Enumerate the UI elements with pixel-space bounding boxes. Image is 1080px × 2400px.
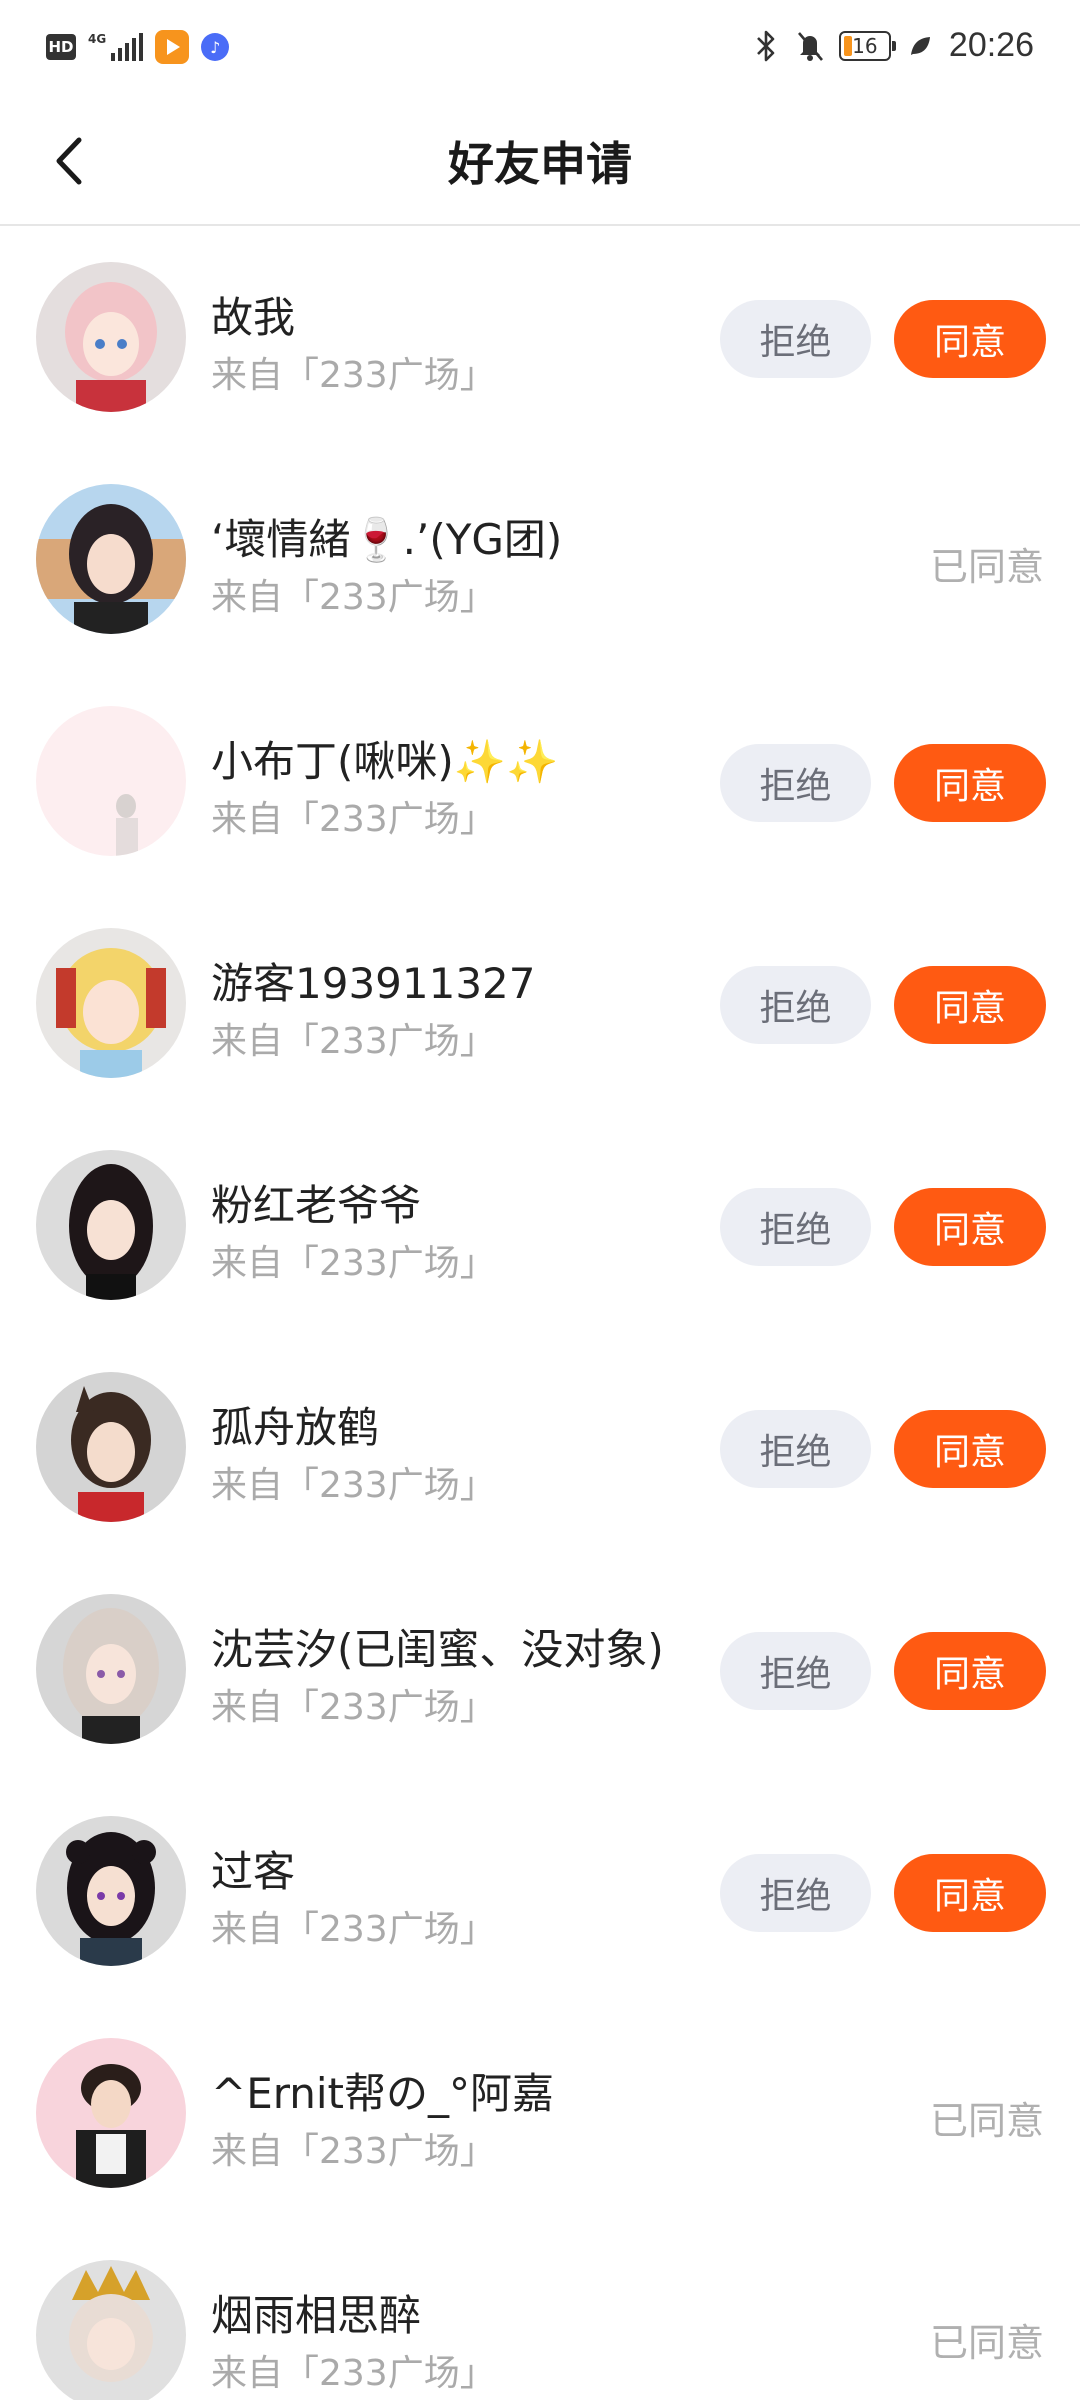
requester-name: 故我 <box>211 293 296 342</box>
list-item: 小布丁(啾咪)✨✨ 来自「233广场」 拒绝 同意 <box>0 672 1080 894</box>
list-item: 孤舟放鹤 来自「233广场」 拒绝 同意 <box>0 1338 1080 1560</box>
request-source: 来自「233广场」 <box>211 1465 496 1506</box>
accepted-status: 已同意 <box>929 545 1044 589</box>
request-source: 来自「233广场」 <box>211 2353 496 2394</box>
list-item: 沈芸汐(已闺蜜、没对象) 来自「233广场」 拒绝 同意 <box>0 1560 1080 1782</box>
request-source: 来自「233广场」 <box>211 577 496 618</box>
avatar[interactable] <box>36 928 186 1078</box>
list-item: 游客193911327 来自「233广场」 拒绝 同意 <box>0 894 1080 1116</box>
leaf-icon <box>905 28 935 64</box>
avatar[interactable] <box>36 2038 186 2188</box>
accepted-status: 已同意 <box>929 2321 1044 2365</box>
request-source: 来自「233广场」 <box>211 1909 496 1950</box>
list-item: ‘壞情緒🍷.’(YG团) 来自「233广场」 已同意 <box>0 450 1080 672</box>
accept-button[interactable]: 同意 <box>894 1410 1046 1488</box>
list-item: 烟雨相思醉 来自「233广场」 已同意 <box>0 2226 1080 2400</box>
reject-button[interactable]: 拒绝 <box>720 1410 871 1488</box>
network-type: 4G <box>88 32 107 46</box>
requester-name: ‘壞情緒🍷.’(YG团) <box>211 515 563 564</box>
requester-name: 过客 <box>211 1847 296 1896</box>
battery-level: 16 <box>852 33 878 58</box>
request-source: 来自「233广场」 <box>211 2131 496 2172</box>
accept-button[interactable]: 同意 <box>894 966 1046 1044</box>
bluetooth-icon <box>751 28 781 64</box>
request-source: 来自「233广场」 <box>211 1687 496 1728</box>
accepted-status: 已同意 <box>929 2099 1044 2143</box>
avatar[interactable] <box>36 706 186 856</box>
battery-icon: 16 <box>838 30 896 61</box>
requester-name: 孤舟放鹤 <box>211 1403 380 1452</box>
reject-button[interactable]: 拒绝 <box>720 1854 871 1932</box>
list-item: 故我 来自「233广场」 拒绝 同意 <box>0 228 1080 450</box>
list-item: 过客 来自「233广场」 拒绝 同意 <box>0 1782 1080 2004</box>
accept-button[interactable]: 同意 <box>894 1188 1046 1266</box>
signal-icon: 4G <box>88 32 144 61</box>
avatar[interactable] <box>36 2260 186 2400</box>
reject-button[interactable]: 拒绝 <box>720 300 871 378</box>
requester-name: ^Ernit帮の_°阿嘉 <box>211 2069 555 2118</box>
requester-name: 沈芸汐(已闺蜜、没对象) <box>211 1625 664 1674</box>
video-app-icon <box>155 30 190 64</box>
avatar[interactable] <box>36 484 186 634</box>
list-item: ^Ernit帮の_°阿嘉 来自「233广场」 已同意 <box>0 2004 1080 2226</box>
accept-button[interactable]: 同意 <box>894 744 1046 822</box>
request-source: 来自「233广场」 <box>211 799 496 840</box>
status-bar-left: HD 4G ♪ <box>46 30 230 64</box>
reject-button[interactable]: 拒绝 <box>720 966 871 1044</box>
hd-icon: HD <box>46 34 76 60</box>
request-source: 来自「233广场」 <box>211 355 496 396</box>
avatar[interactable] <box>36 1372 186 1522</box>
page-title: 好友申请 <box>448 137 632 191</box>
avatar[interactable] <box>36 1150 186 1300</box>
reject-button[interactable]: 拒绝 <box>720 1188 871 1266</box>
requester-name: 小布丁(啾咪)✨✨ <box>211 737 559 786</box>
reject-button[interactable]: 拒绝 <box>720 1632 871 1710</box>
friend-request-list: 故我 来自「233广场」 拒绝 同意 ‘壞情緒🍷.’(YG团) 来自「233广场… <box>0 228 1080 2400</box>
requester-name: 游客193911327 <box>211 959 536 1008</box>
request-source: 来自「233广场」 <box>211 1243 496 1284</box>
mute-bell-icon <box>795 28 825 64</box>
list-item: 粉红老爷爷 来自「233广场」 拒绝 同意 <box>0 1116 1080 1338</box>
accept-button[interactable]: 同意 <box>894 300 1046 378</box>
requester-name: 烟雨相思醉 <box>211 2291 422 2340</box>
accept-button[interactable]: 同意 <box>894 1854 1046 1932</box>
avatar[interactable] <box>36 1816 186 1966</box>
avatar[interactable] <box>36 1594 186 1744</box>
status-bar-right: 16 20:26 <box>751 26 1034 65</box>
accept-button[interactable]: 同意 <box>894 1632 1046 1710</box>
request-source: 来自「233广场」 <box>211 1021 496 1062</box>
music-app-icon: ♪ <box>201 33 230 61</box>
requester-name: 粉红老爷爷 <box>211 1181 422 1230</box>
status-bar: HD 4G ♪ 16 20:26 <box>0 0 1080 96</box>
avatar[interactable] <box>36 262 186 412</box>
clock: 20:26 <box>948 26 1034 64</box>
header: 好友申请 <box>0 96 1080 226</box>
reject-button[interactable]: 拒绝 <box>720 744 871 822</box>
